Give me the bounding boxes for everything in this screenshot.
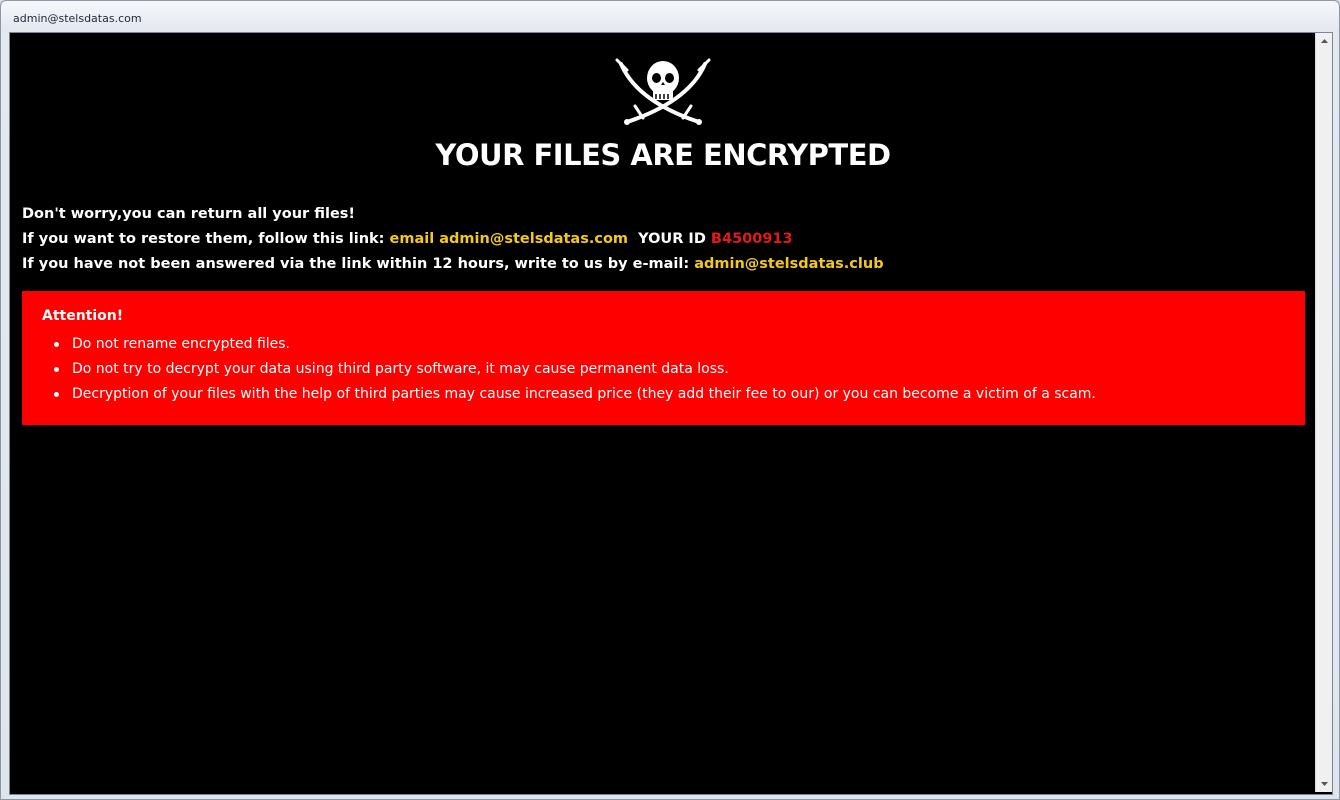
attention-box: Attention! Do not rename encrypted files… [22, 291, 1305, 425]
vertical-scrollbar[interactable] [1315, 33, 1332, 792]
reassurance-line: Don't worry,you can return all your file… [22, 206, 355, 222]
attention-item: Decryption of your files with the help o… [42, 385, 1096, 410]
bullet-icon [54, 367, 59, 372]
attention-item-text: Do not try to decrypt your data using th… [72, 361, 729, 377]
id-label: YOUR ID [638, 231, 706, 247]
window-title: admin@stelsdatas.com [13, 12, 142, 25]
attention-item: Do not try to decrypt your data using th… [42, 360, 1096, 385]
attention-item-text: Decryption of your files with the help o… [72, 386, 1096, 402]
scroll-up-icon[interactable] [1316, 33, 1332, 49]
restore-line: If you want to restore them, follow this… [22, 231, 793, 247]
attention-list: Do not rename encrypted files. Do not tr… [42, 335, 1096, 410]
victim-id: B4500913 [710, 231, 793, 247]
attention-item-text: Do not rename encrypted files. [72, 336, 291, 352]
headline: YOUR FILES ARE ENCRYPTED [11, 138, 1315, 172]
content-frame: YOUR FILES ARE ENCRYPTED Don't worry,you… [9, 32, 1333, 795]
restore-prefix: If you want to restore them, follow this… [22, 231, 385, 247]
scroll-down-icon[interactable] [1316, 776, 1332, 792]
skull-crossed-swords-icon [615, 58, 711, 125]
fallback-line: If you have not been answered via the li… [22, 256, 884, 272]
fallback-prefix: If you have not been answered via the li… [22, 256, 690, 272]
bullet-icon [54, 392, 59, 397]
bullet-icon [54, 342, 59, 347]
app-window: admin@stelsdatas.com YOUR FILES ARE ENCR… [0, 0, 1340, 800]
title-bar[interactable]: admin@stelsdatas.com [1, 1, 1339, 31]
fallback-email-link[interactable]: admin@stelsdatas.club [694, 256, 883, 272]
restore-email-link[interactable]: email admin@stelsdatas.com [390, 231, 628, 247]
attention-item: Do not rename encrypted files. [42, 335, 1096, 360]
attention-title: Attention! [42, 308, 124, 324]
reassurance-text: Don't worry,you can return all your file… [22, 206, 356, 222]
ransom-note-viewport: YOUR FILES ARE ENCRYPTED Don't worry,you… [11, 34, 1315, 793]
